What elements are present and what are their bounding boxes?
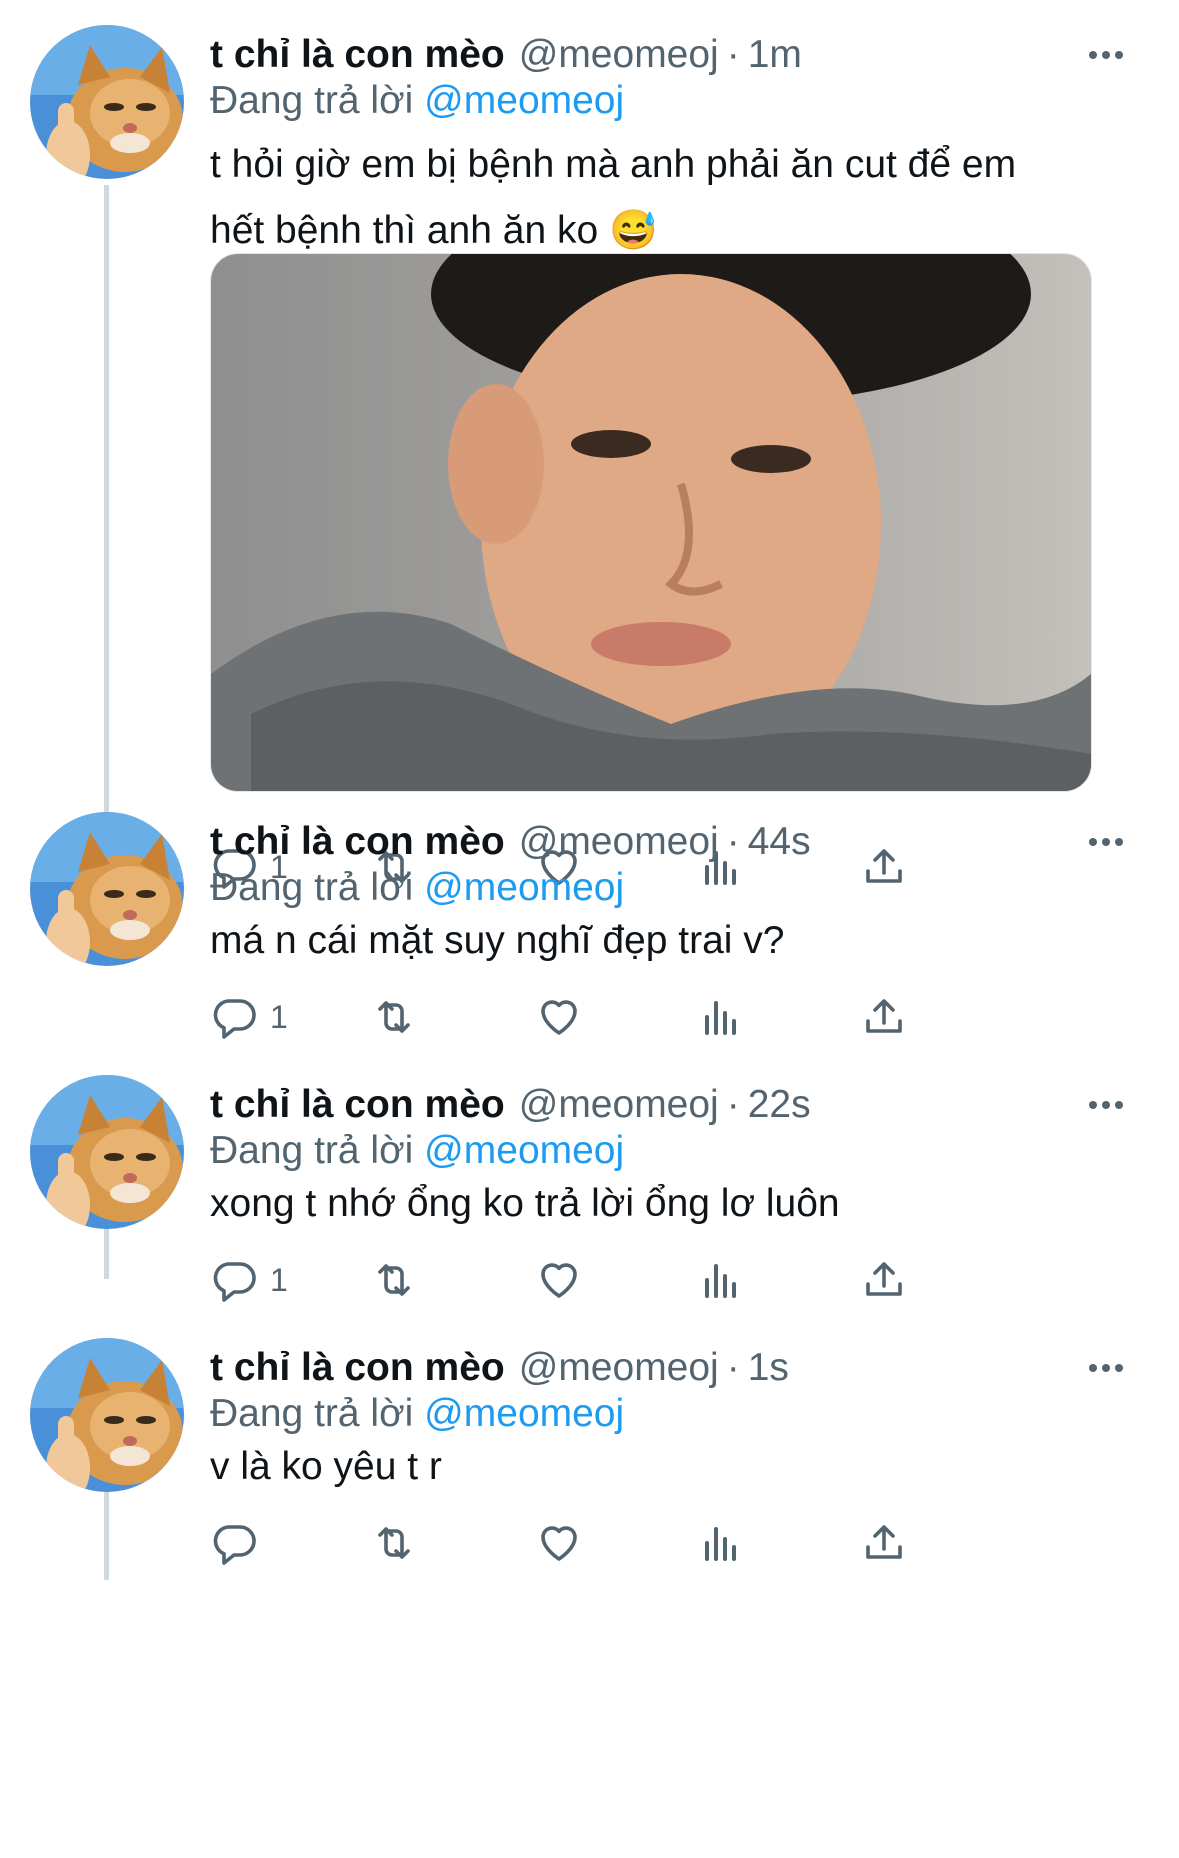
tweet-text-line: má n cái mặt suy nghĩ đẹp trai v? <box>210 919 785 962</box>
tweet-actions: 1 <box>210 987 1050 1047</box>
share-button[interactable] <box>860 1250 908 1310</box>
tweet-text-line: xong t nhớ ổng ko trả lời ổng lơ luôn <box>210 1182 840 1225</box>
reply-count: 1 <box>270 1261 288 1298</box>
user-handle[interactable]: @meomeoj <box>519 1346 719 1390</box>
more-button[interactable] <box>1081 1085 1131 1125</box>
analytics-icon <box>705 1527 736 1561</box>
replying-prefix: Đang trả lời <box>210 1129 414 1172</box>
share-icon <box>866 1525 902 1559</box>
analytics-icon <box>705 1001 736 1035</box>
tweet-actions: 1 <box>210 1250 1050 1310</box>
display-name[interactable]: t chỉ là con mèo <box>210 1346 505 1390</box>
retweet-button[interactable] <box>370 1513 418 1573</box>
avatar[interactable] <box>30 1075 184 1229</box>
analytics-icon <box>705 1264 736 1298</box>
tweet[interactable]: t chỉ là con mèo @meomeoj · 1s Đang trả … <box>0 1338 1179 1858</box>
mention-link[interactable]: @meomeoj <box>424 1392 624 1435</box>
display-name[interactable]: t chỉ là con mèo <box>210 33 505 77</box>
timestamp[interactable]: 1m <box>748 33 802 77</box>
tweet-text-line: v là ko yêu t r <box>210 1445 442 1488</box>
tweet-header: t chỉ là con mèo @meomeoj · 44s <box>210 812 811 872</box>
heart-icon <box>541 1526 577 1561</box>
reply-icon <box>213 1525 256 1565</box>
analytics-button[interactable] <box>697 987 745 1047</box>
display-name[interactable]: t chỉ là con mèo <box>210 820 505 864</box>
retweet-button[interactable] <box>370 987 418 1047</box>
share-button[interactable] <box>860 987 908 1047</box>
retweet-icon <box>378 1264 410 1296</box>
mention-link[interactable]: @meomeoj <box>424 1129 624 1172</box>
share-button[interactable] <box>860 1513 908 1573</box>
photo-image <box>211 254 1091 791</box>
mention-link[interactable]: @meomeoj <box>424 79 624 122</box>
tweet[interactable]: t chỉ là con mèo @meomeoj · 44s Đang trả… <box>0 812 1179 1072</box>
tweet-photo[interactable] <box>210 253 1092 792</box>
tweet-text-line: t hỏi giờ em bị bệnh mà anh phải ăn cut … <box>210 143 1017 186</box>
tweet-text: xong t nhớ ổng ko trả lời ổng lơ luôn <box>210 1171 1140 1237</box>
more-icon <box>1089 1364 1123 1372</box>
separator: · <box>726 1346 740 1389</box>
avatar[interactable] <box>30 25 184 179</box>
replying-prefix: Đang trả lời <box>210 866 414 909</box>
tweet-text: má n cái mặt suy nghĩ đẹp trai v? <box>210 908 1140 974</box>
replying-to: Đang trả lời @meomeoj <box>210 1392 624 1436</box>
separator: · <box>726 33 740 76</box>
reply-icon <box>213 999 256 1039</box>
timestamp[interactable]: 44s <box>748 820 811 864</box>
reply-count: 1 <box>270 998 288 1035</box>
more-button[interactable] <box>1081 35 1131 75</box>
like-button[interactable] <box>535 1513 583 1573</box>
user-handle[interactable]: @meomeoj <box>519 820 719 864</box>
user-handle[interactable]: @meomeoj <box>519 33 719 77</box>
timestamp[interactable]: 22s <box>748 1083 811 1127</box>
retweet-button[interactable] <box>370 1250 418 1310</box>
analytics-button[interactable] <box>697 1250 745 1310</box>
analytics-button[interactable] <box>697 1513 745 1573</box>
reply-icon <box>213 1262 256 1302</box>
replying-prefix: Đang trả lời <box>210 1392 414 1435</box>
tweet[interactable]: t chỉ là con mèo @meomeoj · 22s Đang trả… <box>0 1075 1179 1335</box>
heart-icon <box>541 1263 577 1298</box>
replying-to: Đang trả lời @meomeoj <box>210 866 624 910</box>
separator: · <box>726 820 740 863</box>
more-icon <box>1089 838 1123 846</box>
avatar[interactable] <box>30 1338 184 1492</box>
separator: · <box>726 1083 740 1126</box>
reply-button[interactable]: 1 <box>210 987 288 1047</box>
replying-to: Đang trả lời @meomeoj <box>210 1129 624 1173</box>
avatar[interactable] <box>30 812 184 966</box>
more-icon <box>1089 1101 1123 1109</box>
tweet-header: t chỉ là con mèo @meomeoj · 1m <box>210 25 802 85</box>
tweet-actions <box>210 1513 1050 1573</box>
display-name[interactable]: t chỉ là con mèo <box>210 1083 505 1127</box>
more-button[interactable] <box>1081 822 1131 862</box>
tweet-text: v là ko yêu t r <box>210 1434 1140 1500</box>
reply-button[interactable] <box>210 1513 270 1573</box>
tweet-header: t chỉ là con mèo @meomeoj · 22s <box>210 1075 811 1135</box>
tweet[interactable]: t chỉ là con mèo @meomeoj · 1m Đang trả … <box>0 25 1179 915</box>
like-button[interactable] <box>535 1250 583 1310</box>
replying-prefix: Đang trả lời <box>210 79 414 122</box>
tweet-text: t hỏi giờ em bị bệnh mà anh phải ăn cut … <box>210 132 1140 264</box>
share-icon <box>866 999 902 1033</box>
more-button[interactable] <box>1081 1348 1131 1388</box>
tweet-header: t chỉ là con mèo @meomeoj · 1s <box>210 1338 789 1398</box>
replying-to: Đang trả lời @meomeoj <box>210 79 624 123</box>
like-button[interactable] <box>535 987 583 1047</box>
mention-link[interactable]: @meomeoj <box>424 866 624 909</box>
more-icon <box>1089 51 1123 59</box>
user-handle[interactable]: @meomeoj <box>519 1083 719 1127</box>
share-icon <box>866 1262 902 1296</box>
timestamp[interactable]: 1s <box>748 1346 789 1390</box>
heart-icon <box>541 1000 577 1035</box>
retweet-icon <box>378 1527 410 1559</box>
reply-button[interactable]: 1 <box>210 1250 288 1310</box>
retweet-icon <box>378 1001 410 1033</box>
